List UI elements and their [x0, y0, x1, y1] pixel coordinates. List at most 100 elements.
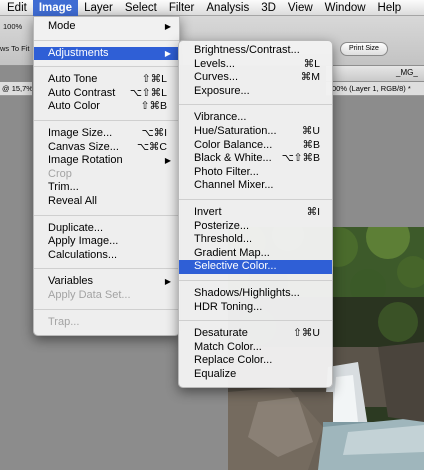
shortcut-label: ⌥⌘I	[141, 126, 167, 139]
submenu-arrow-icon: ▶	[164, 277, 171, 287]
menu-item-label: Desaturate	[194, 327, 248, 340]
menu-item-selective-color[interactable]: Selective Color...	[179, 260, 332, 274]
fit-screen-label[interactable]: ws To Fit	[0, 44, 29, 53]
menu-item-label: Apply Image...	[48, 235, 119, 248]
menu-item-vibrance[interactable]: Vibrance...	[179, 111, 332, 125]
menu-analysis[interactable]: Analysis	[200, 0, 255, 16]
menu-separator	[34, 214, 179, 216]
menu-item-channel-mixer[interactable]: Channel Mixer...	[179, 179, 332, 193]
zoom-field[interactable]: 100%	[2, 21, 28, 33]
menu-item-exposure[interactable]: Exposure...	[179, 85, 332, 99]
menu-item-photo-filter[interactable]: Photo Filter...	[179, 166, 332, 180]
menu-item-label: Brightness/Contrast...	[194, 44, 300, 56]
menu-item-label: Calculations...	[48, 248, 118, 261]
document-tab-left[interactable]: @ 15,7%	[0, 82, 32, 96]
menu-item-label: Black & White...	[194, 152, 272, 165]
menu-item-brightness-contrast[interactable]: Brightness/Contrast...	[179, 44, 332, 58]
menu-item-canvas-size[interactable]: Canvas Size... ⌥⌘C	[34, 141, 179, 155]
shortcut-label: ⌘B	[302, 138, 320, 151]
menu-item-label: Shadows/Highlights...	[194, 286, 300, 299]
menu-item-hue-saturation[interactable]: Hue/Saturation... ⌘U	[179, 125, 332, 139]
menu-item-auto-color[interactable]: Auto Color ⇧⌘B	[34, 100, 179, 114]
menu-separator	[179, 320, 332, 322]
menu-item-label: Trim...	[48, 181, 79, 194]
menu-item-label: Invert	[194, 205, 222, 218]
menu-layer[interactable]: Layer	[78, 0, 119, 16]
shortcut-label: ⌘U	[301, 124, 320, 137]
menu-item-label: Channel Mixer...	[194, 179, 274, 192]
menu-item-label: Duplicate...	[48, 221, 104, 234]
menu-separator	[179, 104, 332, 106]
menu-item-label: Gradient Map...	[194, 246, 270, 259]
menu-item-posterize[interactable]: Posterize...	[179, 220, 332, 234]
menu-select[interactable]: Select	[119, 0, 163, 16]
menu-separator	[179, 198, 332, 200]
menu-item-hdr-toning[interactable]: HDR Toning...	[179, 301, 332, 315]
menu-item-shadows-highlights[interactable]: Shadows/Highlights...	[179, 287, 332, 301]
menu-item-apply-image[interactable]: Apply Image...	[34, 235, 179, 249]
menu-item-adjustments[interactable]: Adjustments ▶	[34, 46, 179, 61]
menu-separator	[34, 268, 179, 270]
menu-item-label: Auto Color	[48, 100, 100, 113]
menu-item-duplicate[interactable]: Duplicate...	[34, 222, 179, 236]
menu-item-label: Equalize	[194, 367, 237, 380]
menu-image[interactable]: Image	[32, 0, 79, 16]
menu-item-label: Variables	[48, 275, 94, 288]
menu-item-image-rotation[interactable]: Image Rotation ▶	[34, 154, 179, 168]
menu-item-replace-color[interactable]: Replace Color...	[179, 354, 332, 368]
menu-bar: Edit Image Layer Select Filter Analysis 3D View…	[0, 0, 424, 16]
menu-item-trim[interactable]: Trim...	[34, 181, 179, 195]
menu-filter[interactable]: Filter	[163, 0, 201, 16]
menu-view[interactable]: View	[282, 0, 319, 16]
menu-item-crop[interactable]: Crop	[34, 168, 179, 182]
menu-window[interactable]: Window	[319, 0, 372, 16]
menu-item-match-color[interactable]: Match Color...	[179, 341, 332, 355]
menu-item-levels[interactable]: Levels... ⌘L	[179, 58, 332, 72]
menu-item-label: Adjustments	[48, 46, 109, 59]
menu-item-label: Image Size...	[48, 126, 113, 139]
menu-item-variables[interactable]: Variables ▶	[34, 275, 179, 289]
document-tab[interactable]: 00% (Layer 1, RGB/8) *	[326, 82, 424, 96]
menu-item-reveal-all[interactable]: Reveal All	[34, 195, 179, 209]
menu-item-auto-tone[interactable]: Auto Tone ⇧⌘L	[34, 73, 179, 87]
shortcut-label: ⌥⇧⌘B	[281, 152, 320, 165]
menu-separator	[34, 39, 179, 41]
shortcut-label: ⌘M	[300, 71, 320, 84]
menu-separator	[179, 279, 332, 281]
print-size-button[interactable]: Print Size	[340, 42, 388, 56]
menu-item-label: Image Rotation	[48, 154, 123, 167]
menu-item-label: Photo Filter...	[194, 165, 259, 178]
menu-item-trap[interactable]: Trap...	[34, 316, 179, 330]
menu-item-image-size[interactable]: Image Size... ⌥⌘I	[34, 127, 179, 141]
submenu-arrow-icon: ▶	[164, 156, 171, 166]
menu-item-color-balance[interactable]: Color Balance... ⌘B	[179, 139, 332, 153]
submenu-arrow-icon: ▶	[164, 22, 171, 31]
menu-item-label: Crop	[48, 167, 72, 180]
image-menu: Mode ▶ Adjustments ▶ Auto Tone ⇧⌘L Auto Contra…	[33, 16, 180, 336]
menu-item-curves[interactable]: Curves... ⌘M	[179, 71, 332, 85]
menu-item-label: Canvas Size...	[48, 140, 119, 153]
menu-item-invert[interactable]: Invert ⌘I	[179, 206, 332, 220]
menu-item-label: Auto Tone	[48, 73, 98, 86]
shortcut-label: ⌘L	[303, 57, 320, 70]
menu-item-desaturate[interactable]: Desaturate ⇧⌘U	[179, 327, 332, 341]
menu-help[interactable]: Help	[372, 0, 408, 16]
menu-edit[interactable]: Edit	[0, 0, 33, 16]
menu-item-label: Threshold...	[194, 233, 253, 246]
adjustments-submenu: Brightness/Contrast... Levels... ⌘L Curves.…	[178, 40, 333, 388]
menu-item-threshold[interactable]: Threshold...	[179, 233, 332, 247]
menu-item-calculations[interactable]: Calculations...	[34, 249, 179, 263]
menu-item-label: Apply Data Set...	[48, 288, 131, 301]
menu-3d[interactable]: 3D	[255, 0, 282, 16]
menu-item-mode[interactable]: Mode ▶	[34, 20, 179, 34]
menu-item-label: Posterize...	[194, 219, 250, 232]
submenu-arrow-icon: ▶	[164, 48, 171, 58]
menu-item-label: Vibrance...	[194, 111, 247, 124]
menu-item-equalize[interactable]: Equalize	[179, 368, 332, 382]
shortcut-label: ⇧⌘U	[293, 327, 320, 340]
menu-item-apply-data-set[interactable]: Apply Data Set...	[34, 289, 179, 303]
menu-item-gradient-map[interactable]: Gradient Map...	[179, 247, 332, 261]
menu-item-black-white[interactable]: Black & White... ⌥⇧⌘B	[179, 152, 332, 166]
menu-separator	[34, 66, 179, 68]
menu-item-auto-contrast[interactable]: Auto Contrast ⌥⇧⌘L	[34, 87, 179, 101]
